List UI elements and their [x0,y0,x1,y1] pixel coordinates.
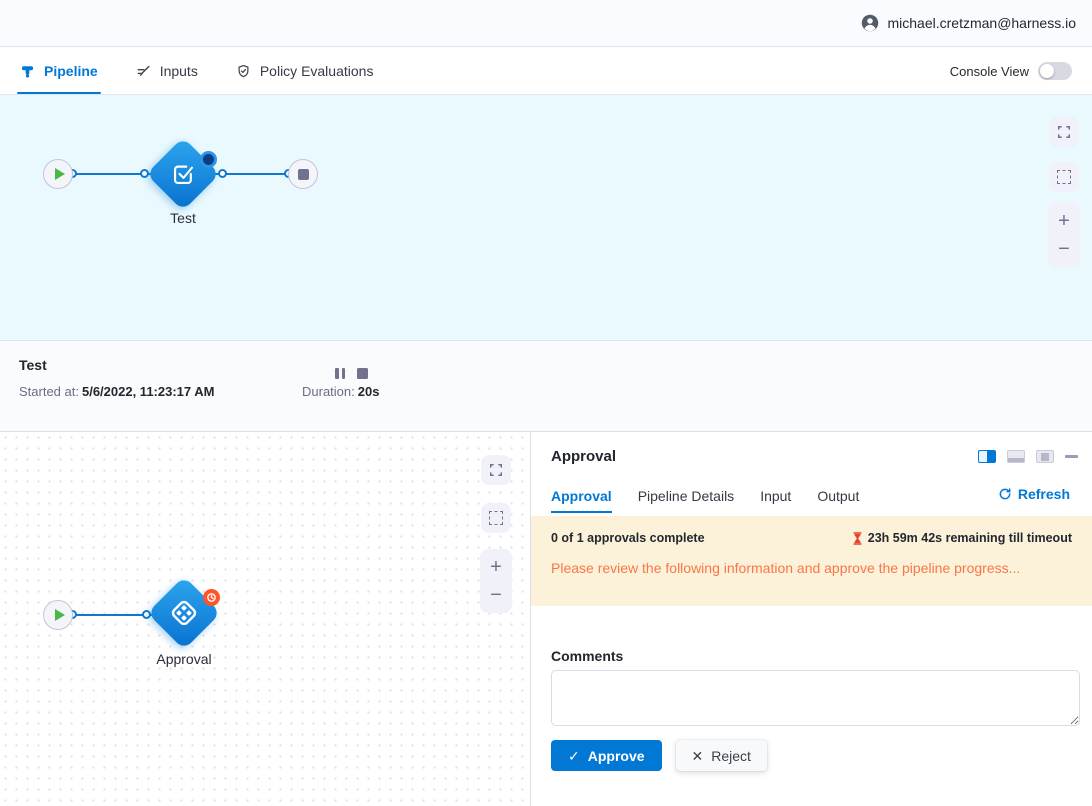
stage-name: Test [19,357,47,373]
panel-layout-controls [978,450,1078,463]
step-graph-canvas[interactable]: Approval + − [0,432,531,806]
panel-tabs: Approval Pipeline Details Input Output [551,488,885,513]
clock-icon [206,592,217,603]
tab-pipeline-label: Pipeline [44,63,98,79]
approval-actions: ✓ Approve ✕ Reject [551,740,767,771]
started-at-value: 5/6/2022, 11:23:17 AM [82,384,215,399]
layout-float-view-button[interactable] [1036,450,1054,463]
panel-tab-output[interactable]: Output [817,488,859,513]
tab-policy-evaluations-label: Policy Evaluations [260,63,374,79]
start-node[interactable] [43,600,73,630]
minimize-panel-button[interactable] [1065,455,1078,458]
inputs-icon [136,64,151,79]
step-node-approval[interactable] [147,576,221,650]
approval-message: Please review the following information … [551,560,1020,576]
stage-node-test[interactable] [146,137,220,211]
edge-endpoint [218,169,227,178]
stage-node-label: Test [149,210,217,226]
toggle-knob [1040,64,1054,78]
approve-button-label: Approve [588,748,645,764]
reject-button-label: Reject [711,748,751,764]
zoom-out-button[interactable]: − [1058,239,1070,259]
edge-endpoint [140,169,149,178]
x-icon: ✕ [692,749,704,763]
waiting-timer-badge [203,589,220,606]
timeout-remaining: 23h 59m 42s remaining till timeout [852,531,1072,545]
layout-right-view-button[interactable] [978,450,996,463]
tab-inputs-label: Inputs [160,63,198,79]
tab-inputs[interactable]: Inputs [136,48,198,94]
reject-button[interactable]: ✕ Reject [676,740,767,771]
play-icon [55,168,65,180]
step-node-label: Approval [150,651,218,667]
console-view-control: Console View [950,62,1072,80]
start-node[interactable] [43,159,73,189]
fit-to-screen-button[interactable] [481,503,511,533]
abort-button[interactable] [357,368,368,379]
fullscreen-icon [1057,125,1071,139]
tab-pipeline[interactable]: Pipeline [20,48,98,94]
zoom-controls: + − [1048,203,1080,267]
refresh-button[interactable]: Refresh [998,486,1070,502]
panel-tab-input[interactable]: Input [760,488,791,513]
zoom-out-button[interactable]: − [490,585,502,605]
panel-tab-pipeline-details[interactable]: Pipeline Details [638,488,735,513]
fit-selection-icon [489,511,503,525]
layout-bottom-view-button[interactable] [1007,450,1025,463]
console-view-label: Console View [950,64,1029,79]
fit-to-screen-button[interactable] [1049,162,1079,192]
fullscreen-button[interactable] [1049,117,1079,147]
zoom-in-button[interactable]: + [1058,211,1070,231]
user-email[interactable]: michael.cretzman@harness.io [887,15,1076,31]
approve-button[interactable]: ✓ Approve [551,740,662,771]
user-avatar-icon[interactable] [861,14,879,32]
tab-policy-evaluations[interactable]: Policy Evaluations [236,48,374,94]
approvals-progress: 0 of 1 approvals complete [551,531,705,545]
duration-label: Duration: [302,384,355,399]
shield-check-icon [236,64,251,79]
edge-endpoint [142,610,151,619]
fullscreen-button[interactable] [481,455,511,485]
pipeline-icon [20,64,35,79]
console-view-toggle[interactable] [1038,62,1072,80]
refresh-icon [998,487,1012,501]
pause-button[interactable] [335,368,345,379]
zoom-in-button[interactable]: + [490,557,502,577]
started-at-label: Started at: [19,384,79,399]
harness-pipeline-execution-page: michael.cretzman@harness.io Pipeline Inp… [0,0,1092,806]
play-icon [55,609,65,621]
comments-label: Comments [551,648,623,664]
zoom-controls: + − [480,549,512,613]
stop-icon [298,169,309,180]
panel-tab-approval[interactable]: Approval [551,488,612,513]
check-icon: ✓ [568,749,580,763]
fit-selection-icon [1057,170,1071,184]
stage-graph-canvas[interactable]: Test + − [0,95,1092,340]
started-at: Started at:5/6/2022, 11:23:17 AM [19,384,214,399]
refresh-label: Refresh [1018,486,1070,502]
approval-warning-banner: 0 of 1 approvals complete 23h 59m 42s re… [531,516,1092,606]
execution-status-bar: Test Started at:5/6/2022, 11:23:17 AM Du… [0,340,1092,432]
top-user-bar: michael.cretzman@harness.io [0,0,1092,47]
duration-value: 20s [358,384,380,399]
panel-title: Approval [551,448,616,465]
timeout-remaining-text: 23h 59m 42s remaining till timeout [868,531,1072,545]
fullscreen-icon [489,463,503,477]
execution-controls [335,368,368,379]
hourglass-icon [852,532,863,545]
execution-tabbar: Pipeline Inputs Policy Evaluations Conso… [0,48,1092,95]
duration: Duration:20s [302,384,379,399]
end-node[interactable] [288,159,318,189]
comments-input[interactable] [551,670,1080,726]
stage-status-badge [200,151,217,168]
step-details-panel: Approval Approval Pipeline Details Input… [531,432,1092,806]
